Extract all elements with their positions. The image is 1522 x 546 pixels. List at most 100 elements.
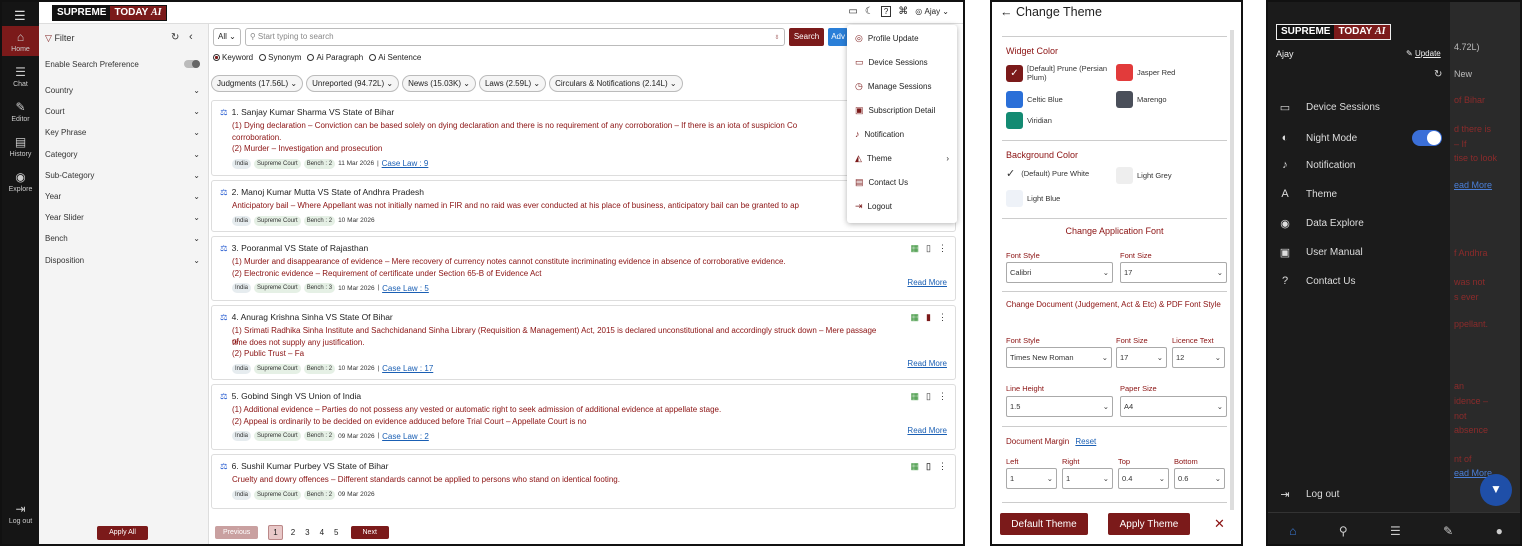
chat-icon[interactable]: ☰ (1390, 524, 1401, 538)
page-3[interactable]: 3 (303, 526, 311, 539)
menu-device-sessions[interactable]: ▭ Device Sessions (855, 57, 928, 68)
translate-icon[interactable]: ⌘ (898, 6, 908, 17)
radio-ai-paragraph[interactable]: Ai Paragraph (307, 53, 363, 62)
rail-item-home[interactable]: ⌂ Home (2, 26, 39, 56)
filter-bench[interactable]: Bench ⌄ (45, 234, 200, 243)
search-input[interactable]: ⚲ Start typing to search ♁ (244, 28, 785, 46)
radio-synonym[interactable]: Synonym (259, 53, 301, 62)
read-more-link[interactable]: Read More (907, 359, 947, 368)
filter-year[interactable]: Year ⌄ (45, 192, 200, 201)
moon-icon[interactable]: ☾ (865, 6, 874, 17)
case-title[interactable]: ⚖ 3. Pooranmal VS State of Rajasthan (220, 243, 368, 254)
case-law-link[interactable]: Case Law : 9 (382, 159, 429, 168)
chip-1[interactable]: Unreported (94.72L) ⌄ (306, 75, 400, 92)
case-title[interactable]: ⚖ 6. Sushil Kumar Purbey VS State of Biha… (220, 461, 388, 472)
margin-left-select[interactable]: 1 ⌄ (1006, 468, 1057, 489)
drawer-item-contact-us[interactable]: ? Contact Us (1278, 275, 1356, 287)
app-font-size-select[interactable]: 17 ⌄ (1120, 262, 1227, 283)
update-profile-link[interactable]: ✎ Update (1406, 49, 1441, 58)
chip-4[interactable]: Circulars & Notifications (2.14L) ⌄ (549, 75, 683, 92)
app-logo-dark[interactable]: SUPREME TODAY AI (1276, 24, 1391, 40)
default-theme-button[interactable]: Default Theme (1000, 513, 1088, 535)
radio-keyword[interactable]: Keyword (213, 53, 253, 62)
chart-icon[interactable]: ▦ (911, 243, 920, 254)
mic-icon[interactable]: ♁ (774, 32, 780, 42)
scrollbar[interactable] (1230, 30, 1234, 510)
result-card[interactable]: ⚖ 1. Sanjay Kumar Sharma VS State of Biha… (211, 100, 956, 176)
drawer-item-theme[interactable]: A Theme (1278, 188, 1337, 200)
preference-toggle[interactable] (184, 60, 200, 68)
hamburger-icon[interactable]: ☰ (14, 8, 26, 24)
chip-3[interactable]: Laws (2.59L) ⌄ (478, 75, 547, 92)
editor-icon[interactable]: ✎ (1443, 524, 1453, 538)
margin-top-select[interactable]: 0.4 ⌄ (1118, 468, 1169, 489)
help-icon[interactable]: ? (880, 6, 892, 17)
result-card[interactable]: ⚖ 5. Gobind Singh VS Union of India (1) Ad… (211, 384, 956, 450)
app-font-style-select[interactable]: Calibri ⌄ (1006, 262, 1113, 283)
filter-court[interactable]: Court ⌄ (45, 107, 200, 116)
widget-swatch-3[interactable]: Marengo (1116, 91, 1226, 108)
bookmark-icon[interactable]: ▯ (926, 243, 931, 254)
widget-swatch-0[interactable]: ✓ [Default] Prune (Persian Plum) (1006, 64, 1111, 82)
filter-fab[interactable]: ▼ (1480, 474, 1512, 506)
result-card[interactable]: ⚖ 3. Pooranmal VS State of Rajasthan (1) M… (211, 236, 956, 301)
close-icon[interactable]: ✕ (1214, 516, 1225, 532)
advanced-search-button[interactable]: Adv (828, 28, 848, 46)
page-1[interactable]: 1 (268, 525, 283, 540)
widget-swatch-2[interactable]: Celtic Blue (1006, 91, 1116, 108)
filter-country[interactable]: Country ⌄ (45, 86, 200, 95)
case-law-link[interactable]: Case Law : 17 (382, 364, 433, 373)
reset-link[interactable]: Reset (1075, 437, 1096, 446)
apply-theme-button[interactable]: Apply Theme (1108, 513, 1190, 535)
case-title[interactable]: ⚖ 5. Gobind Singh VS Union of India (220, 391, 361, 402)
refresh-icon[interactable]: ↻ (171, 32, 179, 43)
widget-swatch-4[interactable]: Viridian (1006, 112, 1116, 129)
chart-icon[interactable]: ▦ (911, 312, 920, 323)
refresh-icon[interactable]: ↻ (1434, 69, 1442, 80)
home-icon[interactable]: ⌂ (1289, 524, 1296, 538)
scope-select[interactable]: All ⌄ (213, 28, 241, 46)
rail-logout[interactable]: ⇥ Log out (2, 502, 39, 525)
user-menu[interactable]: ◎ Ajay ⌄ (915, 7, 949, 16)
filter-year-slider[interactable]: Year Slider ⌄ (45, 213, 200, 222)
drawer-item-user-manual[interactable]: ▣ User Manual (1278, 246, 1363, 259)
page-4[interactable]: 4 (318, 526, 326, 539)
monitor-icon[interactable]: ▭ (848, 6, 857, 17)
filter-category[interactable]: Category ⌄ (45, 150, 200, 159)
rail-item-chat[interactable]: ☰ Chat (2, 61, 39, 91)
case-title[interactable]: ⚖ 1. Sanjay Kumar Sharma VS State of Biha… (220, 107, 394, 118)
widget-swatch-1[interactable]: Jasper Red (1116, 64, 1226, 81)
previous-button[interactable]: Previous (215, 526, 259, 539)
filter-key-phrase[interactable]: Key Phrase ⌄ (45, 128, 200, 137)
line-height-select[interactable]: 1.5 ⌄ (1006, 396, 1113, 417)
bookmark-icon[interactable]: ▯ (926, 461, 931, 472)
case-law-link[interactable]: Case Law : 2 (382, 432, 429, 441)
rail-item-editor[interactable]: ✎ Editor (2, 96, 39, 126)
menu-contact-us[interactable]: ▤ Contact Us (855, 177, 908, 188)
enable-search-preference[interactable]: Enable Search Preference (45, 60, 200, 69)
bg-option-0[interactable]: ✓ (Default) Pure White (1006, 167, 1089, 180)
collapse-icon[interactable]: ‹ (189, 31, 193, 43)
margin-right-select[interactable]: 1 ⌄ (1062, 468, 1113, 489)
drawer-item-night-mode[interactable]: ◐ Night Mode (1278, 130, 1442, 146)
next-button[interactable]: Next (350, 526, 389, 539)
margin-bottom-select[interactable]: 0.6 ⌄ (1174, 468, 1225, 489)
case-title[interactable]: ⚖ 2. Manoj Kumar Mutta VS State of Andhra… (220, 187, 424, 198)
filter-disposition[interactable]: Disposition ⌄ (45, 256, 200, 265)
menu-profile-update[interactable]: ◎ Profile Update (855, 33, 919, 44)
chart-icon[interactable]: ▦ (911, 461, 920, 472)
menu-theme[interactable]: ◭ Theme › (855, 153, 949, 164)
chart-icon[interactable]: ▦ (911, 391, 920, 402)
menu-notification[interactable]: ♪ Notification (855, 129, 904, 139)
radio-ai-sentence[interactable]: Ai Sentence (369, 53, 421, 62)
doc-font-style-select[interactable]: Times New Roman ⌄ (1006, 347, 1112, 368)
bg-option-2[interactable]: Light Blue (1006, 190, 1060, 207)
app-logo[interactable]: SUPREME TODAY AI (52, 5, 167, 21)
more-icon[interactable]: ⋮ (938, 461, 947, 472)
case-title[interactable]: ⚖ 4. Anurag Krishna Sinha VS State Of Bih… (220, 312, 393, 323)
menu-subscription-detail[interactable]: ▣ Subscription Detail (855, 105, 935, 116)
result-card[interactable]: ⚖ 4. Anurag Krishna Sinha VS State Of Bih… (211, 305, 956, 380)
more-icon[interactable]: ⋮ (938, 391, 947, 402)
drawer-item-data-explore[interactable]: ◉ Data Explore (1278, 217, 1364, 230)
more-icon[interactable]: ⋮ (938, 312, 947, 323)
